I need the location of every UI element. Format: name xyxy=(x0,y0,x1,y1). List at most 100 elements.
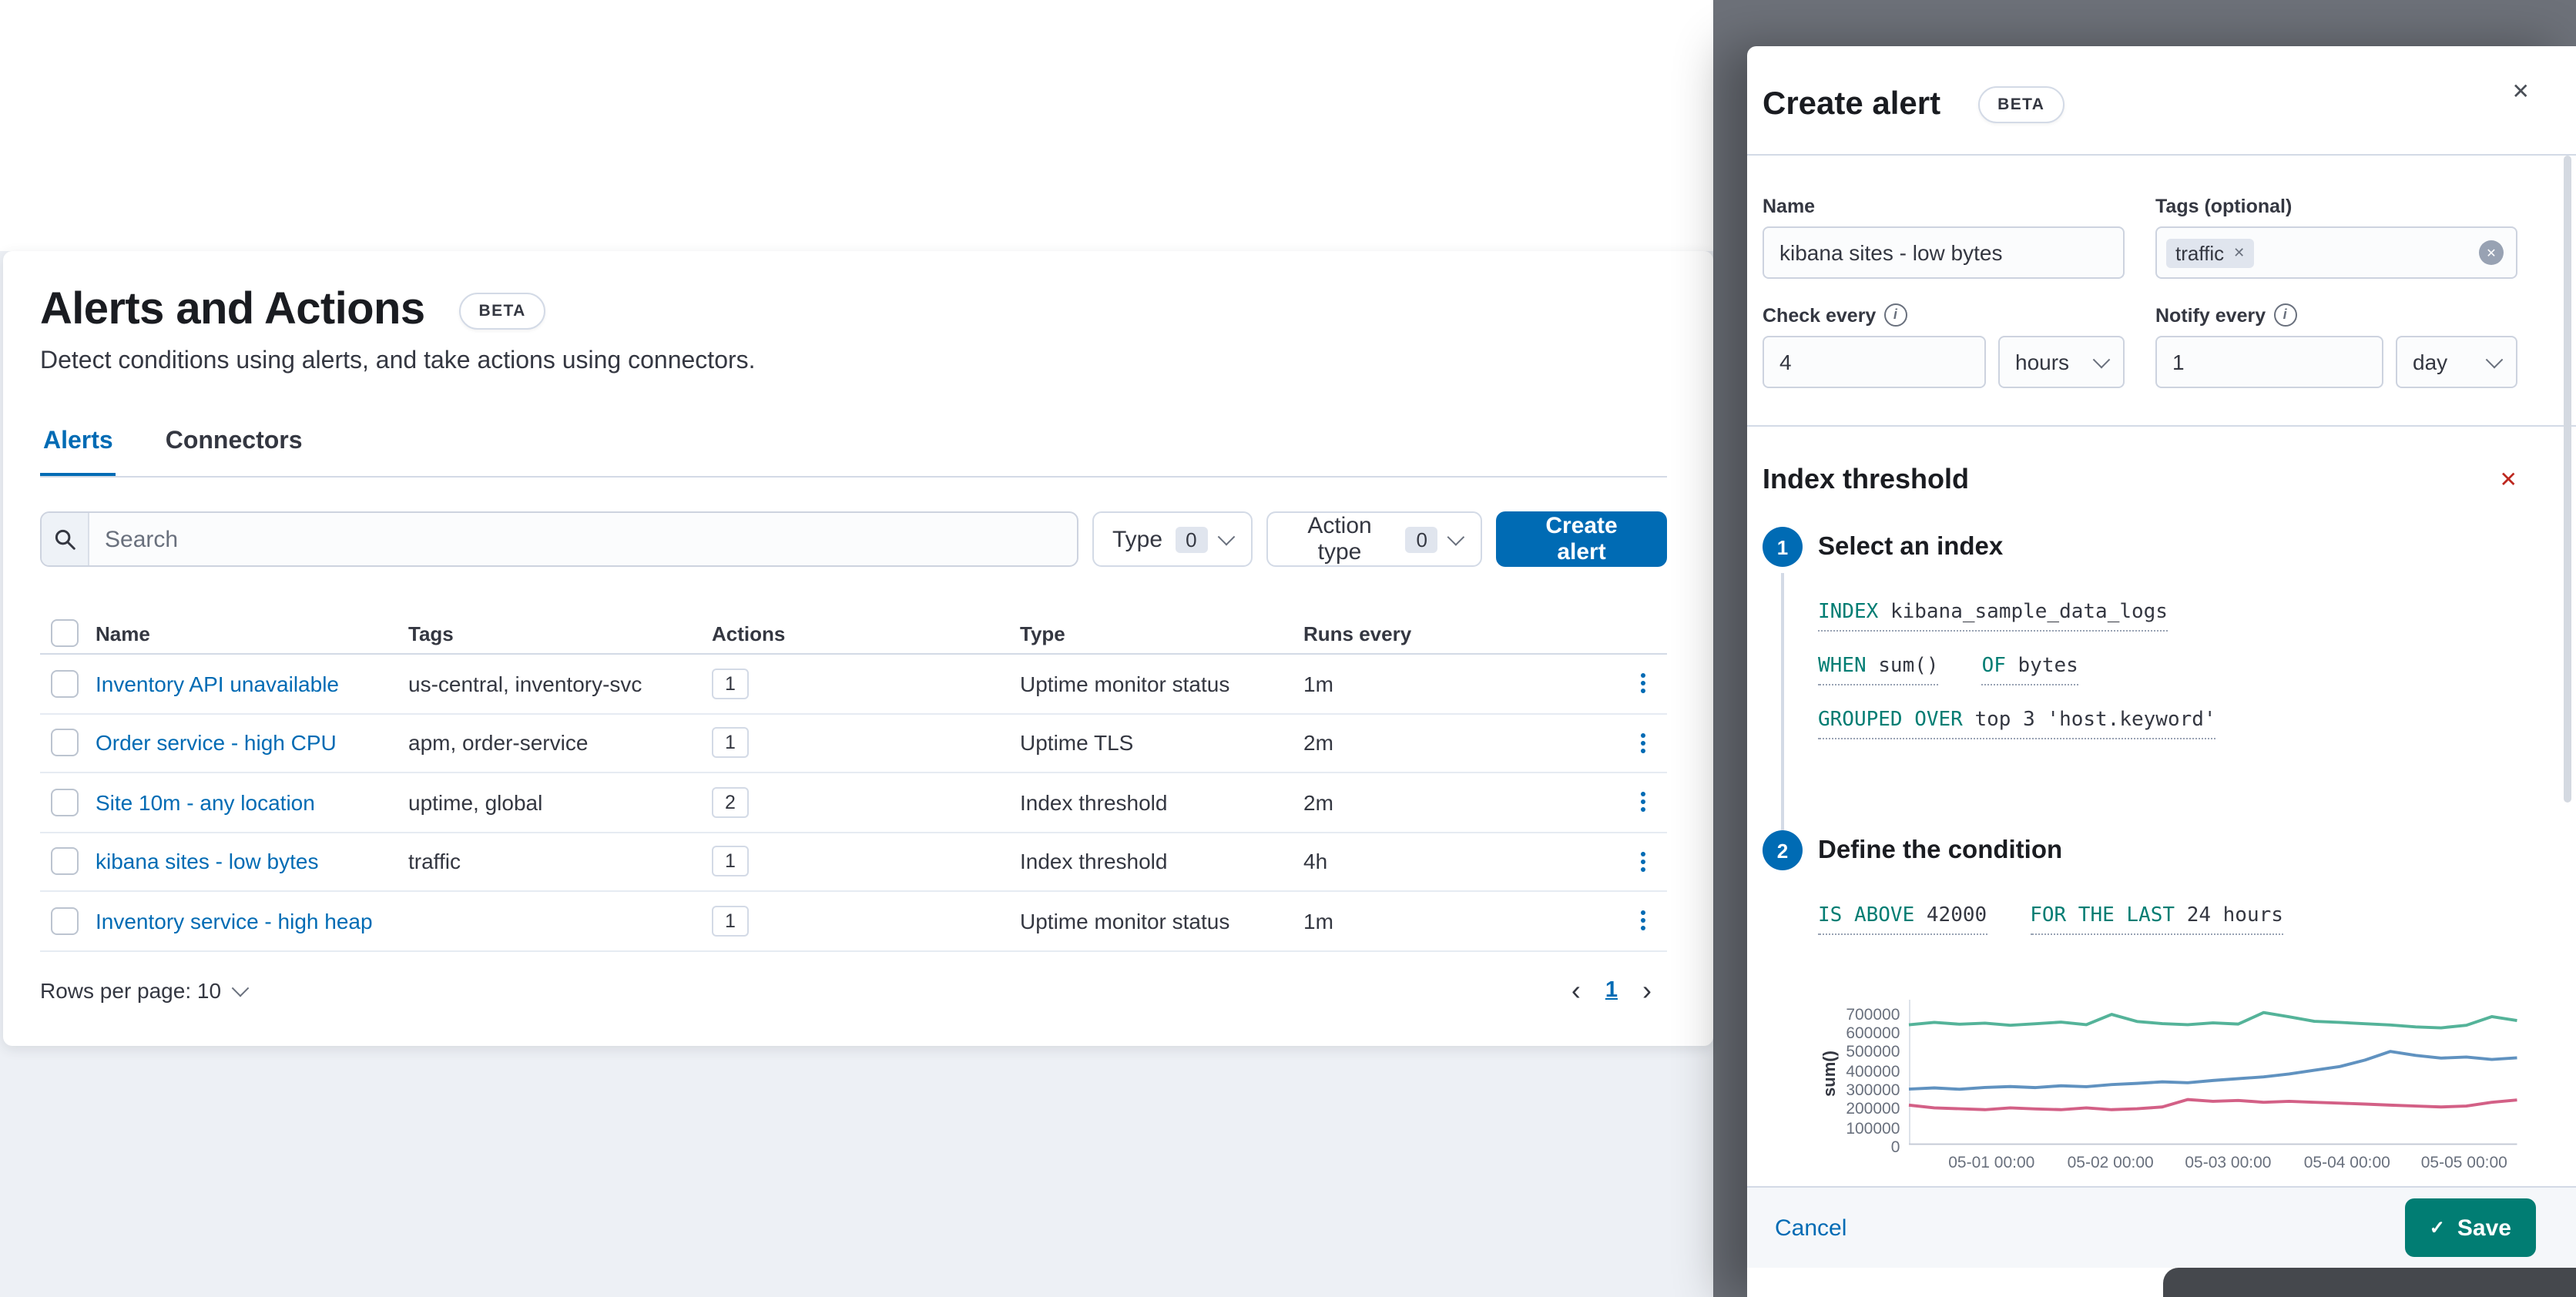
close-icon[interactable]: ✕ xyxy=(2503,77,2539,106)
alert-type: Uptime TLS xyxy=(1020,730,1134,756)
flyout-header: Create alert BETA xyxy=(1747,46,2576,156)
alerts-table: Name Tags Actions Type Runs every Invent… xyxy=(40,613,1667,951)
table-header-row: Name Tags Actions Type Runs every xyxy=(40,613,1667,655)
index-expression[interactable]: INDEX kibana_sample_data_logs xyxy=(1818,601,2168,632)
check-icon: ✓ xyxy=(2429,1217,2445,1238)
previous-page-icon[interactable]: ‹ xyxy=(1571,976,1581,1004)
alert-runs-every: 4h xyxy=(1303,849,1328,874)
filter-type-label: Type xyxy=(1112,526,1163,552)
flyout-bottom-strip xyxy=(1747,1268,2576,1297)
search-box xyxy=(40,511,1078,567)
alert-name-link[interactable]: Order service - high CPU xyxy=(96,731,337,756)
row-checkbox[interactable] xyxy=(51,788,79,816)
row-actions-menu-icon[interactable] xyxy=(1641,792,1645,813)
check-every-input[interactable] xyxy=(1763,336,1986,388)
filter-action-type-count: 0 xyxy=(1405,526,1438,552)
page-subtitle: Detect conditions using alerts, and take… xyxy=(40,348,756,374)
flyout-body: Name Tags (optional) traffic ✕ ✕ xyxy=(1747,156,2576,1186)
alert-type: Index threshold xyxy=(1020,849,1168,874)
alert-name-input[interactable] xyxy=(1763,226,2125,279)
y-tick-label: 100000 xyxy=(1846,1119,1900,1138)
row-actions-menu-icon[interactable] xyxy=(1641,673,1645,694)
of-expression[interactable]: OF bytes xyxy=(1981,655,2078,685)
create-alert-flyout: ✕ Create alert BETA Name Tags (optional)… xyxy=(1747,46,2576,1297)
search-input[interactable] xyxy=(89,513,1077,565)
check-every-unit-select[interactable]: hours xyxy=(1998,336,2125,388)
flyout-title: Create alert xyxy=(1763,86,1941,122)
remove-tag-icon[interactable]: ✕ xyxy=(2233,244,2245,261)
table-row: Site 10m - any location uptime, global 2… xyxy=(40,773,1667,833)
info-icon: i xyxy=(1883,303,1907,327)
page-title: Alerts and Actions xyxy=(40,285,425,334)
row-actions-menu-icon[interactable] xyxy=(1641,851,1645,872)
column-header-name: Name xyxy=(96,622,150,645)
chevron-down-icon xyxy=(2092,350,2111,369)
x-tick-label: 05-03 00:00 xyxy=(2185,1154,2272,1172)
row-actions-menu-icon[interactable] xyxy=(1641,910,1645,931)
alert-runs-every: 2m xyxy=(1303,789,1333,815)
create-alert-button[interactable]: Create alert xyxy=(1496,511,1667,567)
alert-name-link[interactable]: Inventory API unavailable xyxy=(96,672,339,696)
actions-count-badge: 1 xyxy=(712,846,749,877)
x-tick-label: 05-04 00:00 xyxy=(2303,1154,2390,1172)
filter-type-button[interactable]: Type 0 xyxy=(1092,511,1253,567)
tags-input[interactable]: traffic ✕ ✕ xyxy=(2155,226,2517,279)
row-checkbox[interactable] xyxy=(51,729,79,757)
table-row: Order service - high CPU apm, order-serv… xyxy=(40,714,1667,773)
y-tick-label: 300000 xyxy=(1846,1081,1900,1101)
row-checkbox[interactable] xyxy=(51,847,79,876)
alert-tags: apm, order-service xyxy=(408,730,589,756)
tag-label: traffic xyxy=(2175,241,2225,264)
alert-runs-every: 1m xyxy=(1303,908,1333,933)
filter-action-type-button[interactable]: Action type 0 xyxy=(1266,511,1483,567)
alert-type-title: Index threshold xyxy=(1763,464,1970,494)
rows-per-page-select[interactable]: Rows per page: 10 xyxy=(40,977,249,1002)
time-window-expression[interactable]: FOR THE LAST 24 hours xyxy=(2030,904,2283,935)
chart-x-axis-labels: 05-01 00:00 05-02 00:00 05-03 00:00 05-04 0… xyxy=(1909,1154,2517,1175)
notify-every-label: Notify every i xyxy=(2155,303,2517,327)
remove-alert-type-icon[interactable]: ✕ xyxy=(2500,467,2517,493)
notify-every-input[interactable] xyxy=(2155,336,2383,388)
y-tick-label: 600000 xyxy=(1846,1024,1900,1044)
toolbar: Type 0 Action type 0 Create alert xyxy=(40,511,1667,567)
row-actions-menu-icon[interactable] xyxy=(1641,732,1645,753)
grouped-over-expression[interactable]: GROUPED OVER top 3 'host.keyword' xyxy=(1818,709,2216,739)
chevron-down-icon xyxy=(230,978,249,997)
alert-tags: us-central, inventory-svc xyxy=(408,671,642,696)
actions-count-badge: 2 xyxy=(712,786,749,818)
tab-alerts[interactable]: Alerts xyxy=(40,428,116,476)
check-every-label: Check every i xyxy=(1763,303,2125,327)
threshold-expression[interactable]: IS ABOVE 42000 xyxy=(1818,904,1987,935)
chart-plot-area: 05-01 00:00 05-02 00:00 05-03 00:00 05-04 0… xyxy=(1909,1000,2518,1172)
select-all-checkbox[interactable] xyxy=(51,619,79,647)
row-checkbox[interactable] xyxy=(51,669,79,698)
search-icon xyxy=(42,513,89,565)
alert-name-link[interactable]: Inventory service - high heap xyxy=(96,909,373,933)
x-tick-label: 05-05 00:00 xyxy=(2420,1154,2507,1172)
cancel-button[interactable]: Cancel xyxy=(1775,1215,1846,1241)
column-header-actions: Actions xyxy=(712,622,786,645)
when-expression[interactable]: WHEN sum() xyxy=(1818,655,1939,685)
alert-tags: traffic xyxy=(408,849,461,874)
step-number: 1 xyxy=(1763,527,1803,567)
alert-name-link[interactable]: kibana sites - low bytes xyxy=(96,850,318,874)
next-page-icon[interactable]: › xyxy=(1642,976,1652,1004)
x-tick-label: 05-02 00:00 xyxy=(2067,1154,2154,1172)
alert-type: Index threshold xyxy=(1020,789,1168,815)
y-tick-label: 700000 xyxy=(1846,1005,1900,1024)
save-button[interactable]: ✓ Save xyxy=(2404,1198,2536,1257)
page-top-area xyxy=(0,0,1713,251)
row-checkbox[interactable] xyxy=(51,907,79,935)
actions-count-badge: 1 xyxy=(712,668,749,699)
alert-type-steps: 1 Select an index INDEX kibana_sample_da… xyxy=(1763,527,2518,1172)
notify-every-unit-select[interactable]: day xyxy=(2396,336,2517,388)
actions-count-badge: 1 xyxy=(712,727,749,759)
filter-action-type-label: Action type xyxy=(1307,513,1372,565)
save-button-label: Save xyxy=(2457,1215,2511,1241)
flyout-scrollbar[interactable] xyxy=(2564,156,2571,803)
alert-name-link[interactable]: Site 10m - any location xyxy=(96,790,315,815)
tab-connectors[interactable]: Connectors xyxy=(163,428,306,476)
page-number[interactable]: 1 xyxy=(1605,977,1618,1002)
actions-count-badge: 1 xyxy=(712,905,749,937)
clear-tags-icon[interactable]: ✕ xyxy=(2479,240,2504,265)
